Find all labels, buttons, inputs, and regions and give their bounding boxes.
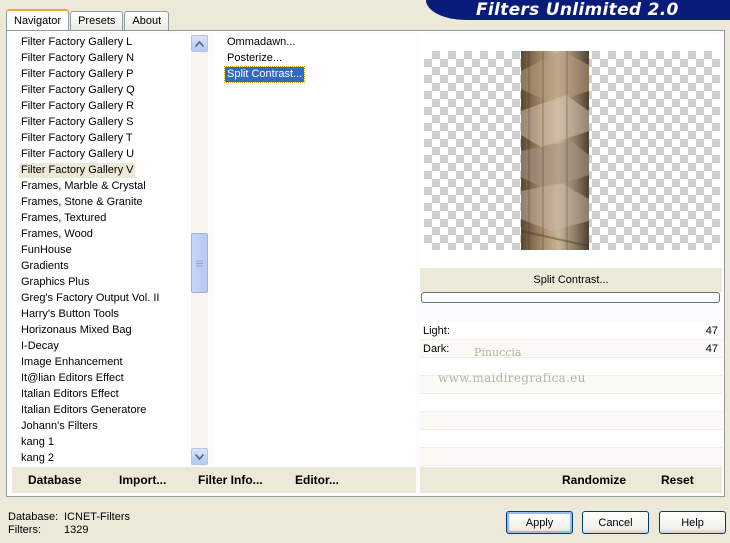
database-value: ICNET-Filters xyxy=(64,511,130,523)
category-item[interactable]: Gradients xyxy=(19,259,71,274)
category-item[interactable]: Filter Factory Gallery N xyxy=(19,51,136,66)
category-item[interactable]: Filter Factory Gallery S xyxy=(19,115,135,130)
slider-dark[interactable]: Dark: 47 xyxy=(420,340,722,358)
tab-strip: Navigator Presets About xyxy=(6,8,170,31)
category-item[interactable]: Greg's Factory Output Vol. II xyxy=(19,291,161,306)
slider-value: 47 xyxy=(705,343,718,355)
parameter-sliders: Light: 47 Dark: 47 xyxy=(420,322,722,466)
preview-toolbar: Randomize Reset xyxy=(420,467,722,493)
progress-bar xyxy=(421,292,720,303)
category-item[interactable]: FunHouse xyxy=(19,243,74,258)
category-item[interactable]: Image Enhancement xyxy=(19,355,125,370)
category-item[interactable]: It@lian Editors Effect xyxy=(19,371,126,386)
slider-label: Light: xyxy=(423,325,450,337)
category-item[interactable]: Filter Factory Gallery U xyxy=(19,147,136,162)
category-item[interactable]: Horizonaus Mixed Bag xyxy=(19,323,134,338)
database-info: Database: ICNET-Filters Filters: 1329 xyxy=(8,511,130,537)
category-item[interactable]: Filter Factory Gallery T xyxy=(19,131,135,146)
filter-list[interactable]: Ommadawn... Posterize... Split Contrast... xyxy=(214,34,416,466)
category-item[interactable]: Filter Factory Gallery P xyxy=(19,67,135,82)
filters-count-label: Filters: xyxy=(8,524,41,536)
category-item[interactable]: Frames, Marble & Crystal xyxy=(19,179,148,194)
category-item[interactable]: Johann's Filters xyxy=(19,419,100,434)
category-item[interactable]: Italian Editors Generatore xyxy=(19,403,148,418)
scroll-down-button[interactable] xyxy=(191,448,208,465)
category-item[interactable]: Frames, Wood xyxy=(19,227,95,242)
filter-item[interactable]: Posterize... xyxy=(225,51,284,66)
scroll-up-button[interactable] xyxy=(191,35,208,52)
category-item[interactable]: Filter Factory Gallery R xyxy=(19,99,136,114)
slider-empty xyxy=(420,394,722,412)
category-item[interactable]: Frames, Stone & Granite xyxy=(19,195,145,210)
watermark-url: www.maidiregrafica.eu xyxy=(438,371,586,385)
category-item[interactable]: Italian Editors Effect xyxy=(19,387,121,402)
editor-button[interactable]: Editor... xyxy=(295,473,339,487)
app-title: Filters Unlimited 2.0 xyxy=(476,0,679,20)
database-button[interactable]: Database xyxy=(28,473,81,487)
tab-presets[interactable]: Presets xyxy=(70,11,124,30)
selected-filter-name: Split Contrast... xyxy=(533,274,609,286)
apply-button[interactable]: Apply xyxy=(506,511,573,534)
reset-button[interactable]: Reset xyxy=(661,473,694,487)
scroll-thumb[interactable] xyxy=(191,233,208,293)
selected-filter-title: Split Contrast... xyxy=(420,268,722,292)
import-button[interactable]: Import... xyxy=(119,473,166,487)
category-item[interactable]: Filter Factory Gallery Q xyxy=(19,83,137,98)
category-list[interactable]: Filter Factory Gallery L Filter Factory G… xyxy=(12,34,208,466)
category-item[interactable]: Filter Factory Gallery V xyxy=(19,163,136,178)
filter-item[interactable]: Split Contrast... xyxy=(223,66,306,83)
slider-empty xyxy=(420,430,722,448)
navigator-toolbar: Database Import... Filter Info... Editor… xyxy=(12,467,416,493)
filters-count-value: 1329 xyxy=(64,524,89,536)
slider-value: 47 xyxy=(705,325,718,337)
category-item[interactable]: Harry's Button Tools xyxy=(19,307,121,322)
slider-label: Dark: xyxy=(423,343,450,355)
slider-light[interactable]: Light: 47 xyxy=(420,322,722,340)
help-button[interactable]: Help xyxy=(659,511,726,534)
cancel-button[interactable]: Cancel xyxy=(582,511,649,534)
randomize-button[interactable]: Randomize xyxy=(562,473,626,487)
filter-info-button[interactable]: Filter Info... xyxy=(198,473,263,487)
filter-item[interactable]: Ommadawn... xyxy=(225,35,297,50)
grip-icon xyxy=(196,260,203,266)
slider-empty xyxy=(420,448,722,466)
category-scrollbar[interactable] xyxy=(191,34,208,466)
category-item[interactable]: I-Decay xyxy=(19,339,61,354)
chevron-down-icon xyxy=(195,453,204,460)
slider-empty xyxy=(420,412,722,430)
category-item[interactable]: Graphics Plus xyxy=(19,275,91,290)
database-label: Database: xyxy=(8,511,59,523)
category-item[interactable]: kang 2 xyxy=(19,451,56,466)
tab-navigator[interactable]: Navigator xyxy=(6,9,70,31)
preview-image xyxy=(521,51,589,250)
category-item[interactable]: kang 1 xyxy=(19,435,56,450)
tab-about[interactable]: About xyxy=(124,11,170,30)
chevron-up-icon xyxy=(195,40,204,47)
category-item[interactable]: Frames, Textured xyxy=(19,211,108,226)
category-item[interactable]: Filter Factory Gallery L xyxy=(19,35,134,50)
watermark-name: Pinuccia xyxy=(474,346,522,359)
